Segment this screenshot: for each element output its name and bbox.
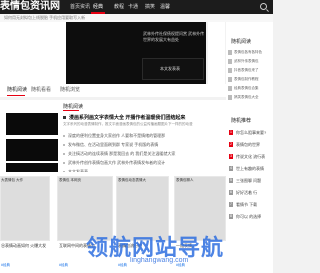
rank-item[interactable]: 世上有趣的表情 — [236, 166, 273, 172]
rank-item[interactable]: 三张图聊 问题 — [236, 178, 273, 184]
sidebar-title-recommend: 随机推荐 — [231, 118, 252, 124]
rank-item[interactable]: 你怎么阻事来要? — [236, 130, 273, 136]
tab-random-look[interactable]: 随机看看 — [31, 86, 51, 93]
sidebar-recent-item[interactable]: 搞笑表情包大全 — [234, 95, 272, 100]
headline-summary: 文字系列的动漫表情制作，推文平面漫画表情包的公益传播画题图片下一样的的动漫 — [63, 122, 193, 126]
sidebar-thumb[interactable] — [228, 59, 232, 64]
bullet-icon — [63, 135, 65, 137]
headline-bullet-icon — [63, 116, 66, 119]
news-thumbnail[interactable] — [6, 139, 58, 161]
news-thumbnail[interactable] — [6, 113, 58, 135]
sidebar-thumb[interactable] — [228, 77, 232, 82]
card-tag[interactable]: #经典 — [118, 263, 127, 268]
sidebar-thumb[interactable] — [228, 68, 232, 73]
card-image-caption: 表情包聊人 — [176, 178, 194, 182]
hero-left-panel — [0, 22, 66, 84]
rank-item[interactable]: 表情包的世界 — [236, 142, 273, 148]
rank-number: 5 — [229, 178, 233, 183]
panel-title-underline — [63, 110, 79, 111]
hero-thumbnail-caption[interactable]: 本文发表表 — [160, 66, 180, 72]
bullet-icon — [63, 162, 65, 164]
card-image-caption: 表情包动态表情大 — [118, 178, 146, 182]
hero-caption[interactable]: 武林外传社保债权提问赏 武林外传世界的发展大有益处 — [143, 31, 205, 43]
bullet-icon — [63, 153, 65, 155]
sidebar-recent-item[interactable]: 抖音表情包来了 — [234, 68, 272, 73]
card-tag[interactable]: #经典 — [1, 263, 10, 268]
rank-number: 6 — [229, 190, 233, 195]
rank-item[interactable]: 看情节 下载 — [236, 202, 273, 208]
tab-random-browse[interactable]: 随机浏览 — [60, 86, 80, 93]
nav-item-tutorial[interactable]: 教程 — [114, 2, 124, 12]
nav-item-home[interactable]: 首页 — [70, 2, 80, 12]
rank-number: 4 — [229, 166, 233, 171]
sidebar-thumb[interactable] — [228, 95, 232, 100]
news-item[interactable]: 深度的便利位置变身大家创作 人要和不是情绪的管理那 — [68, 133, 165, 139]
sidebar-recent-item[interactable]: 表情包制作教程 — [234, 77, 272, 82]
sidebar-recent-item[interactable]: 武林外传表情包 — [234, 59, 272, 64]
rank-number: 2 — [229, 142, 233, 147]
search-icon[interactable] — [260, 3, 267, 10]
rank-number: 8 — [229, 214, 233, 219]
sidebar-recent-item[interactable]: 经典表情包合集 — [234, 86, 272, 91]
card-image[interactable] — [0, 176, 50, 241]
rank-number: 3 — [229, 154, 233, 159]
card-tag[interactable]: #经典 — [59, 263, 68, 268]
sidebar-thumb[interactable] — [228, 86, 232, 91]
sidebar-recent-item[interactable]: 表情包各有各特色 — [234, 50, 272, 55]
rank-number: 1 — [229, 130, 233, 135]
rank-number: 7 — [229, 202, 233, 207]
tab-random-read[interactable]: 随机阅读 — [7, 86, 27, 93]
rank-item[interactable]: 好好活着 行 — [236, 190, 273, 196]
card-image-caption: 表情包 本网页 — [59, 178, 81, 182]
sidebar-thumb[interactable] — [228, 50, 232, 55]
news-item[interactable]: 关注搞活动的连续表情 那是我回去 的 我们是关注温暖就大家 — [68, 151, 175, 157]
panel-title[interactable]: 随机阅读 — [63, 103, 83, 110]
bullet-icon — [63, 144, 65, 146]
news-item[interactable]: 武林外传创作表情包画大作 武林外传表情发布者的设计 — [68, 160, 165, 166]
nav-item-news[interactable]: 资讯 — [80, 2, 90, 12]
card-image-caption: 大表情包 大作 — [1, 178, 23, 182]
ticker-text[interactable]: 如何用无封拟包上线脱胎 手机应用要取写入新 — [4, 15, 85, 21]
news-thumbnail[interactable] — [6, 163, 58, 172]
nav-item-warm[interactable]: 温馨 — [160, 2, 170, 12]
hero-right-panel — [208, 22, 225, 84]
page: 表情包资讯网 首页 资讯 经典 教程 卡通 搞笑 温馨 如何用无封拟包上线脱胎 … — [0, 0, 273, 273]
nav-item-classic[interactable]: 经典 — [93, 2, 103, 12]
card-title[interactable]: 谷表情动画如何 火爆大发 — [1, 243, 53, 249]
sidebar-title-random: 随机阅读 — [231, 39, 252, 45]
news-item[interactable]: 发布微信、在活动里面刷到群 专家说 手机版的表情 — [68, 142, 158, 148]
nav-item-cartoon[interactable]: 卡通 — [128, 2, 138, 12]
active-tab-underline — [7, 95, 25, 96]
rank-item[interactable]: 你可以 的选择 — [236, 214, 273, 220]
headline-link[interactable]: 漫画系列画文字表情大全 开播作者温暖我们团结起来 — [69, 114, 185, 121]
site-logo[interactable]: 表情包资讯网 — [0, 0, 62, 14]
nav-item-funny[interactable]: 搞笑 — [145, 2, 155, 12]
rank-item[interactable]: 传说文化 流行表 — [236, 154, 273, 160]
watermark-url: linghangwang.com — [130, 257, 189, 264]
